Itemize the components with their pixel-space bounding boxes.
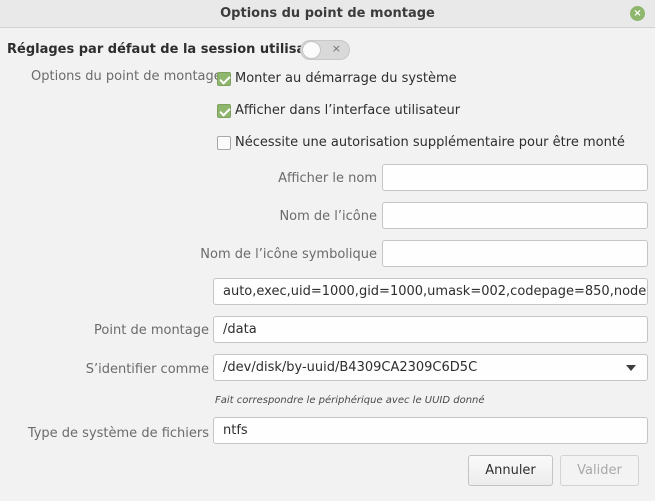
identify-as-label: S’identifier comme: [85, 362, 209, 377]
validate-button[interactable]: Valider: [560, 455, 639, 486]
checkbox-unchecked-icon[interactable]: [217, 135, 231, 150]
title-bar: Options du point de montage ×: [0, 0, 655, 28]
chevron-down-icon[interactable]: [626, 365, 636, 371]
switch-knob: [302, 41, 321, 59]
fs-type-field[interactable]: ntfs: [213, 417, 648, 444]
display-name-field[interactable]: [382, 164, 648, 191]
mount-options-label: Options du point de montage: [31, 69, 222, 84]
session-defaults-switch[interactable]: ×: [300, 40, 350, 60]
identify-as-hint: Fait correspondre le périphérique avec l…: [215, 395, 485, 406]
display-name-label: Afficher le nom: [278, 171, 377, 186]
icon-name-field[interactable]: [382, 202, 648, 229]
checkbox-label: Nécessite une autorisation supplémentair…: [235, 135, 625, 150]
close-icon[interactable]: ×: [630, 6, 645, 21]
checkbox-require-auth[interactable]: Nécessite une autorisation supplémentair…: [217, 135, 625, 150]
checkbox-checked-icon[interactable]: [217, 103, 231, 118]
fs-type-label: Type de système de fichiers: [27, 426, 209, 441]
checkbox-show-in-ui[interactable]: Afficher dans l’interface utilisateur: [217, 103, 460, 118]
window-title: Options du point de montage: [220, 6, 435, 21]
checkbox-mount-at-boot[interactable]: Monter au démarrage du système: [217, 71, 457, 86]
identify-as-value: /dev/disk/by-uuid/B4309CA2309C6D5C: [223, 360, 478, 375]
checkbox-checked-icon[interactable]: [217, 71, 231, 86]
dialog-content: Réglages par défaut de la session utilis…: [0, 29, 655, 501]
checkbox-label: Afficher dans l’interface utilisateur: [235, 103, 461, 118]
cancel-button[interactable]: Annuler: [468, 455, 553, 486]
switch-off-icon: ×: [331, 42, 341, 55]
icon-name-label: Nom de l’icône: [279, 209, 377, 224]
mount-options-field[interactable]: auto,exec,uid=1000,gid=1000,umask=002,co…: [213, 278, 648, 305]
symbolic-icon-field[interactable]: [382, 240, 648, 267]
symbolic-icon-label: Nom de l’icône symbolique: [200, 247, 377, 262]
checkbox-label: Monter au démarrage du système: [235, 71, 457, 86]
mount-point-field[interactable]: /data: [213, 316, 648, 343]
session-defaults-heading: Réglages par défaut de la session utilis…: [7, 42, 336, 57]
identify-as-dropdown[interactable]: /dev/disk/by-uuid/B4309CA2309C6D5C: [213, 354, 648, 381]
mount-point-label: Point de montage: [94, 323, 209, 338]
